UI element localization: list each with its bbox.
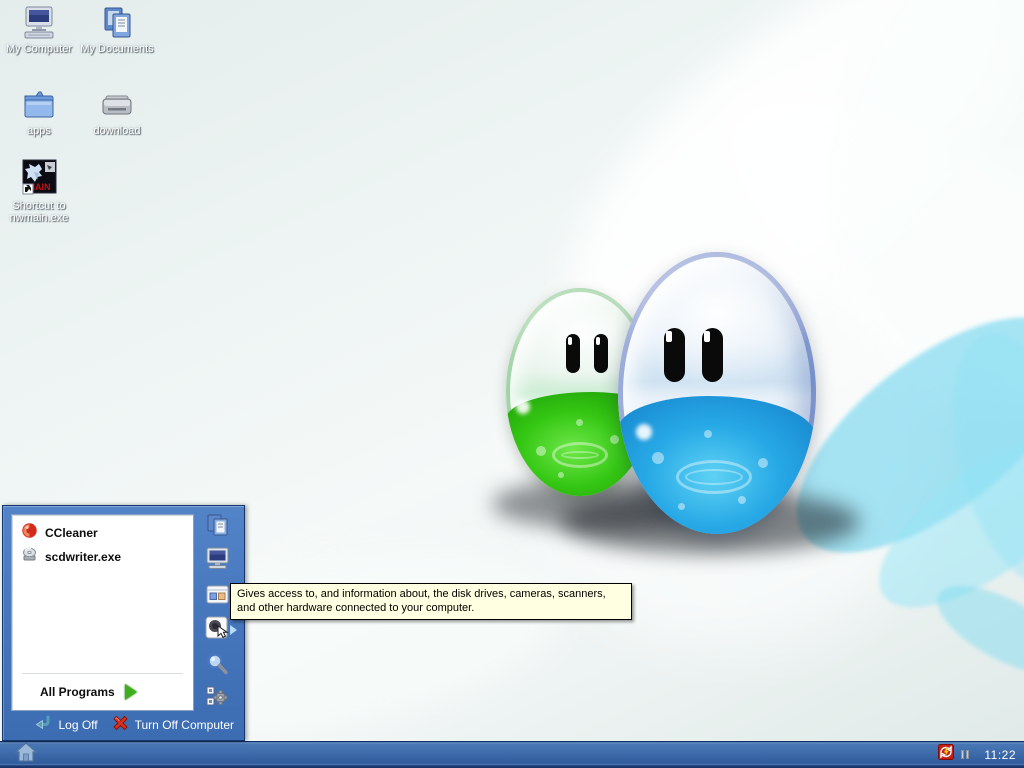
mascot-eye — [664, 328, 685, 382]
turn-off-computer-button[interactable]: Turn Off Computer — [112, 715, 234, 736]
desktop-icon-my-documents[interactable]: My Documents — [78, 3, 156, 55]
menu-separator — [22, 673, 183, 674]
desktop-icon-label: Shortcut to nwmain.exe — [9, 200, 69, 224]
turn-off-label: Turn Off Computer — [134, 718, 234, 732]
my-computer-icon — [205, 546, 230, 576]
pause-indicator-icon[interactable] — [961, 750, 970, 759]
desktop-icon-nwmain-shortcut[interactable]: MAIN Shortcut to nwmain.exe — [0, 159, 78, 224]
sync-lightning-tray-icon[interactable] — [938, 744, 955, 765]
ccleaner-icon — [21, 522, 38, 544]
start-menu-programs-panel: CCleaner scdwriter.exe All Programs — [11, 514, 194, 711]
my-documents-icon — [205, 513, 230, 543]
menu-hardware-devices-button[interactable] — [203, 616, 231, 644]
start-menu-item-ccleaner[interactable]: CCleaner — [16, 521, 189, 545]
all-programs-button[interactable]: All Programs — [12, 678, 193, 706]
my-computer-icon — [0, 3, 78, 41]
folder-icon — [0, 85, 78, 123]
taskbar-clock[interactable]: 11:22 — [976, 748, 1016, 762]
desktop-icon-label: My Documents — [80, 43, 154, 55]
blue-capsule-mascot — [618, 252, 816, 534]
control-panel-icon — [205, 582, 230, 612]
mascot-eye — [566, 334, 580, 373]
search-icon — [205, 652, 230, 682]
my-documents-icon — [78, 3, 156, 41]
home-icon — [13, 741, 39, 768]
start-menu: CCleaner scdwriter.exe All Programs Log … — [2, 505, 245, 741]
desktop: My Computer My Documents apps download M… — [0, 0, 1024, 768]
menu-control-panel-button[interactable] — [203, 583, 231, 611]
start-button[interactable] — [10, 741, 42, 768]
menu-run-button[interactable] — [203, 685, 231, 713]
desktop-icon-apps[interactable]: apps — [0, 85, 78, 137]
mascot-eye — [702, 328, 723, 382]
desktop-icon-label: apps — [27, 125, 51, 137]
nwmain-app-icon: MAIN — [0, 159, 78, 198]
desktop-icon-download[interactable]: download — [78, 85, 156, 137]
sparkle — [516, 400, 530, 414]
all-programs-label: All Programs — [40, 685, 115, 699]
turn-off-icon — [112, 715, 129, 736]
hardware-info-tooltip: Gives access to, and information about, … — [230, 583, 632, 620]
system-tray: 11:22 — [938, 741, 1016, 768]
submenu-arrow-icon — [230, 625, 237, 635]
hardware-devices-icon — [204, 615, 230, 646]
start-menu-item-label: CCleaner — [45, 526, 98, 540]
start-menu-item-scdwriter[interactable]: scdwriter.exe — [16, 545, 189, 569]
log-off-button[interactable]: Log Off — [34, 715, 98, 736]
menu-search-button[interactable] — [203, 653, 231, 681]
menu-my-documents-button[interactable] — [203, 514, 231, 542]
drive-icon — [78, 85, 156, 123]
log-off-icon — [34, 715, 52, 736]
mascot-eye — [594, 334, 608, 373]
taskbar: 11:22 — [0, 741, 1024, 768]
menu-my-computer-button[interactable] — [203, 547, 231, 575]
sparkle — [636, 424, 652, 440]
all-programs-arrow-icon — [124, 684, 137, 700]
glass-gloss — [618, 252, 816, 534]
start-menu-footer: Log Off Turn Off Computer — [3, 710, 244, 740]
start-menu-item-label: scdwriter.exe — [45, 550, 122, 564]
desktop-icon-my-computer[interactable]: My Computer — [0, 3, 78, 55]
cd-writer-icon — [21, 546, 38, 568]
desktop-icon-label: My Computer — [5, 43, 73, 55]
desktop-icon-label: download — [93, 125, 141, 137]
log-off-label: Log Off — [58, 718, 98, 732]
